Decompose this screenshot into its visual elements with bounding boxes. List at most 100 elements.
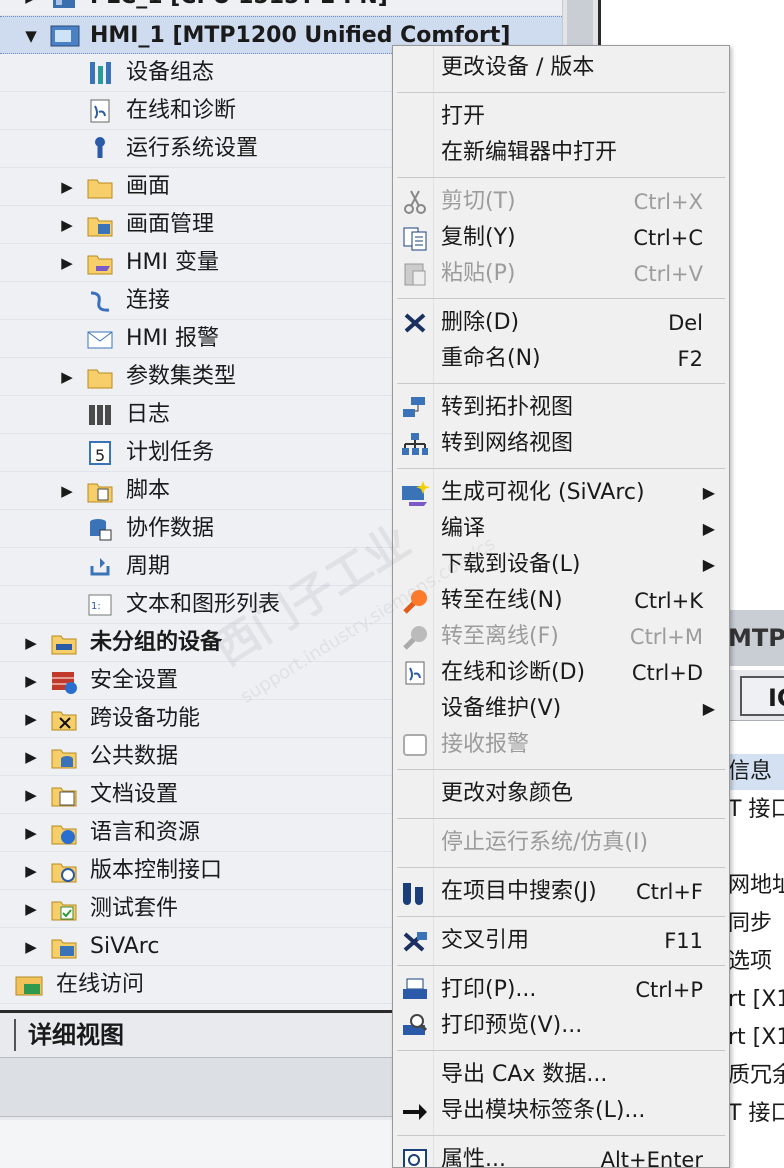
folder-icon xyxy=(86,174,114,200)
collapse-arrow-icon[interactable]: ▼ xyxy=(22,17,40,55)
tree-item-label: 计划任务 xyxy=(126,440,215,465)
menu-item[interactable]: 打开 xyxy=(393,99,729,135)
menu-item[interactable]: 停止运行系统/仿真(I) xyxy=(393,825,729,861)
submenu-arrow-icon: ▶ xyxy=(702,555,715,574)
menu-item[interactable]: 粘贴(P) Ctrl+V xyxy=(393,256,729,292)
menu-separator xyxy=(397,1050,725,1051)
menu-separator xyxy=(397,177,725,178)
expand-arrow-icon[interactable]: ▶ xyxy=(22,890,40,928)
topology-view-icon xyxy=(401,395,429,421)
submenu-arrow-icon: ▶ xyxy=(702,699,715,718)
test-suite-icon xyxy=(50,896,78,922)
collaboration-data-icon xyxy=(86,516,114,542)
menu-item[interactable]: 导出 CAx 数据... xyxy=(393,1057,729,1093)
menu-item[interactable]: 生成可视化 (SiVArc) ▶ xyxy=(393,475,729,511)
ungrouped-devices-icon xyxy=(50,630,78,656)
menu-item[interactable]: 转到网络视图 xyxy=(393,426,729,462)
inspector-line: 信息 xyxy=(728,754,784,790)
menu-item[interactable]: 重命名(N) F2 xyxy=(393,341,729,377)
menu-item[interactable]: 转至离线(F) Ctrl+M xyxy=(393,619,729,655)
inspector-header: MTP1 xyxy=(728,610,784,666)
print-icon xyxy=(401,977,429,1003)
menu-item[interactable]: 在项目中搜索(J) Ctrl+F xyxy=(393,874,729,910)
inspector-tab[interactable]: IC xyxy=(740,676,784,716)
submenu-arrow-icon: ▶ xyxy=(702,483,715,502)
menu-item[interactable]: 转到拓扑视图 xyxy=(393,390,729,426)
languages-resources-icon xyxy=(50,820,78,846)
properties-icon xyxy=(401,1147,429,1167)
context-menu: 更改设备 / 版本 打开 在新编辑器中打开 剪切(T) Ctrl+X 复制(Y) Ctrl+… xyxy=(392,45,730,1168)
expand-arrow-icon[interactable]: ▶ xyxy=(58,472,76,510)
collapse-grip-icon[interactable] xyxy=(14,1019,16,1051)
documentation-settings-icon xyxy=(50,782,78,808)
menu-item[interactable]: 打印(P)... Ctrl+P xyxy=(393,972,729,1008)
menu-item[interactable]: 剪切(T) Ctrl+X xyxy=(393,184,729,220)
expand-arrow-icon[interactable]: ▶ xyxy=(22,624,40,662)
expand-arrow-icon[interactable]: ▶ xyxy=(22,738,40,776)
inspector-tabs: IC xyxy=(728,670,784,721)
expand-arrow-icon[interactable]: ▶ xyxy=(22,0,40,16)
security-settings-icon xyxy=(50,668,78,694)
hmi-tags-folder-icon xyxy=(86,250,114,276)
menu-item[interactable]: 交叉引用 F11 xyxy=(393,923,729,959)
checkbox-icon xyxy=(401,732,429,758)
menu-separator xyxy=(397,1135,725,1136)
menu-item[interactable]: 更改对象颜色 xyxy=(393,776,729,812)
menu-item[interactable]: 更改设备 / 版本 xyxy=(393,50,729,86)
menu-item[interactable]: 在线和诊断(D) Ctrl+D xyxy=(393,655,729,691)
tree-item-label: HMI 报警 xyxy=(126,326,220,351)
tree-item-plc[interactable]: ▶ PLC_1 [CPU 1515T-2 PN] xyxy=(0,0,562,16)
menu-item[interactable]: 打印预览(V)... xyxy=(393,1008,729,1044)
expand-arrow-icon[interactable]: ▶ xyxy=(58,206,76,244)
menu-item[interactable]: 接收报警 xyxy=(393,727,729,763)
menu-item-label: 下载到设备(L) xyxy=(441,552,581,577)
expand-arrow-icon[interactable]: ▶ xyxy=(22,776,40,814)
tree-item-label: 文档设置 xyxy=(90,782,179,807)
go-offline-icon xyxy=(401,624,429,650)
menu-item-label: 更改对象颜色 xyxy=(441,781,574,806)
menu-separator xyxy=(397,468,725,469)
menu-item-label: 打印预览(V)... xyxy=(441,1013,583,1038)
menu-item[interactable]: 编译 ▶ xyxy=(393,511,729,547)
inspector-panel: MTP1 IC 信息T 接口网地址同步选项rt [X1rt [X1质冗余T 接口 xyxy=(728,600,784,1168)
cross-reference-icon xyxy=(401,928,429,954)
menu-item-label: 剪切(T) xyxy=(441,189,516,214)
menu-item-shortcut: Ctrl+K xyxy=(634,589,703,613)
expand-arrow-icon[interactable]: ▶ xyxy=(58,244,76,282)
menu-item-label: 编译 xyxy=(441,516,486,541)
expand-arrow-icon[interactable]: ▶ xyxy=(22,700,40,738)
device-config-icon xyxy=(86,60,114,86)
tree-item-label: 参数集类型 xyxy=(126,364,237,389)
plc-icon xyxy=(50,0,78,10)
menu-item[interactable]: 设备维护(V) ▶ xyxy=(393,691,729,727)
menu-item[interactable]: 在新编辑器中打开 xyxy=(393,135,729,171)
cross-device-functions-icon xyxy=(50,706,78,732)
expand-arrow-icon[interactable]: ▶ xyxy=(58,168,76,206)
inspector-line: T 接口 xyxy=(728,797,784,822)
menu-item[interactable]: 导出模块标签条(L)... xyxy=(393,1093,729,1129)
menu-item[interactable]: 删除(D) Del xyxy=(393,305,729,341)
screen-management-folder-icon xyxy=(86,212,114,238)
menu-separator xyxy=(397,818,725,819)
menu-item[interactable]: 转至在线(N) Ctrl+K xyxy=(393,583,729,619)
expand-arrow-icon[interactable]: ▶ xyxy=(22,928,40,966)
menu-item-label: 交叉引用 xyxy=(441,928,530,953)
sivarc-icon xyxy=(50,934,78,960)
inspector-line: T 接口 xyxy=(728,1101,784,1126)
menu-item[interactable]: 复制(Y) Ctrl+C xyxy=(393,220,729,256)
menu-item[interactable]: 下载到设备(L) ▶ xyxy=(393,547,729,583)
tree-item-label: 设备组态 xyxy=(126,60,215,85)
tree-item-label: PLC_1 [CPU 1515T-2 PN] xyxy=(90,0,388,16)
menu-item[interactable]: 属性... Alt+Enter xyxy=(393,1142,729,1167)
online-access-icon xyxy=(14,972,43,998)
menu-item-label: 设备维护(V) xyxy=(441,696,562,721)
expand-arrow-icon[interactable]: ▶ xyxy=(22,852,40,890)
expand-arrow-icon[interactable]: ▶ xyxy=(58,358,76,396)
menu-separator xyxy=(397,383,725,384)
tree-item-label: 版本控制接口 xyxy=(90,858,223,883)
expand-arrow-icon[interactable]: ▶ xyxy=(22,814,40,852)
menu-item-label: 在线和诊断(D) xyxy=(441,660,586,685)
scissors-icon xyxy=(401,189,429,215)
expand-arrow-icon[interactable]: ▶ xyxy=(22,662,40,700)
menu-item-label: 导出模块标签条(L)... xyxy=(441,1098,646,1123)
